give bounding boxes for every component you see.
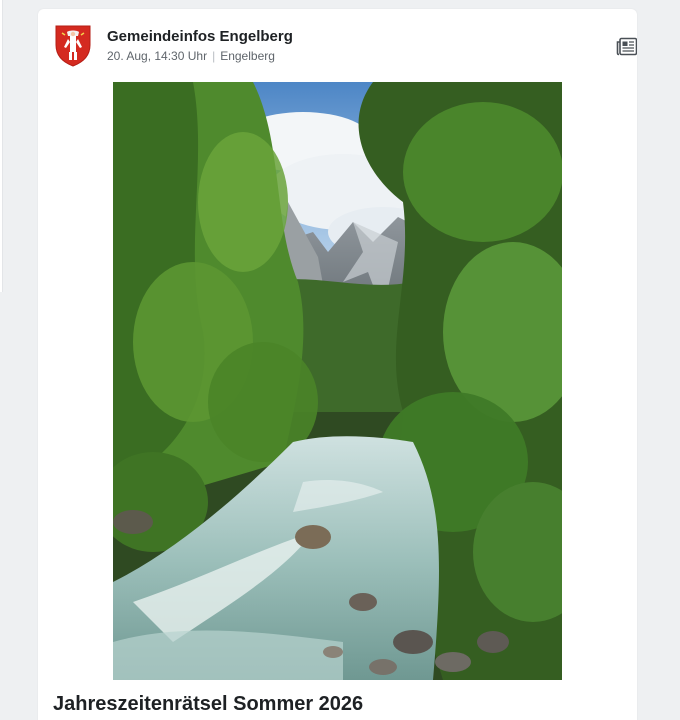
newspaper-icon[interactable] <box>616 37 637 57</box>
adjacent-card-edge <box>0 0 3 292</box>
post-image[interactable] <box>113 82 562 680</box>
post-title[interactable]: Jahreszeitenrätsel Sommer 2026 <box>53 693 363 716</box>
post-timestamp: 20. Aug, 14:30 Uhr <box>107 49 208 63</box>
author-name[interactable]: Gemeindeinfos Engelberg <box>107 28 293 45</box>
coat-of-arms-icon[interactable] <box>53 23 93 67</box>
post-card[interactable]: Gemeindeinfos Engelberg 20. Aug, 14:30 U… <box>38 9 637 720</box>
post-header: Gemeindeinfos Engelberg 20. Aug, 14:30 U… <box>53 23 637 67</box>
meta-separator: | <box>212 49 216 63</box>
post-location: Engelberg <box>220 49 275 63</box>
post-meta: 20. Aug, 14:30 Uhr | Engelberg <box>107 49 275 63</box>
